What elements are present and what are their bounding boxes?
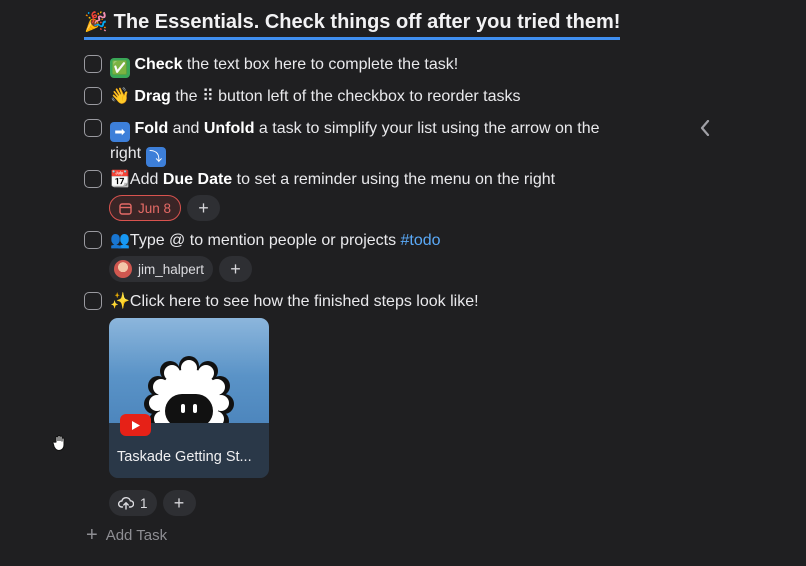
drag-handle-icon: ⠿ <box>201 88 214 105</box>
due-date-chip[interactable]: Jun 8 <box>109 195 182 221</box>
task-checkbox[interactable] <box>84 231 102 249</box>
task-checkbox[interactable] <box>84 119 102 137</box>
project-heading[interactable]: 🎉 The Essentials. Check things off after… <box>84 8 621 40</box>
chevron-left-icon <box>700 120 710 136</box>
avatar <box>114 260 132 278</box>
task-item[interactable]: 👋 Drag the ⠿ button left of the checkbox… <box>84 85 610 109</box>
task-checkbox[interactable] <box>84 87 102 105</box>
cloud-upload-icon <box>118 497 134 510</box>
add-task-button[interactable]: + Add Task <box>86 524 167 546</box>
task-checkbox[interactable] <box>84 55 102 73</box>
video-title: Taskade Getting St... <box>117 449 252 465</box>
arrow-curving-down-icon: ⤵ <box>145 147 166 167</box>
task-bold: Check <box>134 56 183 73</box>
add-attribute-button[interactable]: + <box>219 256 253 282</box>
video-thumbnail <box>109 318 269 446</box>
task-item[interactable]: ✨Click here to see how the finished step… <box>84 290 610 314</box>
waving-hand-icon: 👋 <box>110 88 130 105</box>
plus-icon: + <box>86 524 98 546</box>
calendar-icon: 📆 <box>110 171 130 188</box>
task-item[interactable]: 👥Type @ to mention people or projects #t… <box>84 229 610 253</box>
add-attribute-button[interactable]: + <box>162 490 196 516</box>
check-mark-icon: ✅ <box>110 58 130 78</box>
task-item[interactable]: 📆Add Due Date to set a reminder using th… <box>84 168 610 192</box>
task-bold: Drag <box>134 88 171 105</box>
attachment-count-chip[interactable]: 1 <box>109 490 157 516</box>
task-checkbox[interactable] <box>84 292 102 310</box>
people-icon: 👥 <box>110 232 130 249</box>
collapse-panel-button[interactable] <box>696 117 714 139</box>
hashtag-link[interactable]: #todo <box>401 232 441 249</box>
mention-chip[interactable]: jim_halpert <box>109 256 214 282</box>
hand-cursor-icon <box>52 435 65 452</box>
calendar-icon <box>119 202 132 215</box>
video-embed-card[interactable]: Taskade Getting St... <box>109 318 269 478</box>
task-meta-row: Jun 8 + <box>109 195 221 221</box>
task-checkbox[interactable] <box>84 170 102 188</box>
sparkles-icon: ✨ <box>110 293 130 310</box>
task-item[interactable]: ✅ Check the text box here to complete th… <box>84 53 610 78</box>
add-attribute-button[interactable]: + <box>187 195 221 221</box>
party-popper-icon: 🎉 <box>84 12 108 33</box>
right-arrow-icon: ➡ <box>110 122 130 142</box>
heading-title: The Essentials. Check things off after y… <box>113 10 621 33</box>
task-meta-row: 1 + <box>109 490 196 516</box>
task-item[interactable]: ➡ Fold and Unfold a task to simplify you… <box>84 117 610 167</box>
youtube-play-icon[interactable] <box>120 414 151 436</box>
task-meta-row: jim_halpert + <box>109 256 253 282</box>
